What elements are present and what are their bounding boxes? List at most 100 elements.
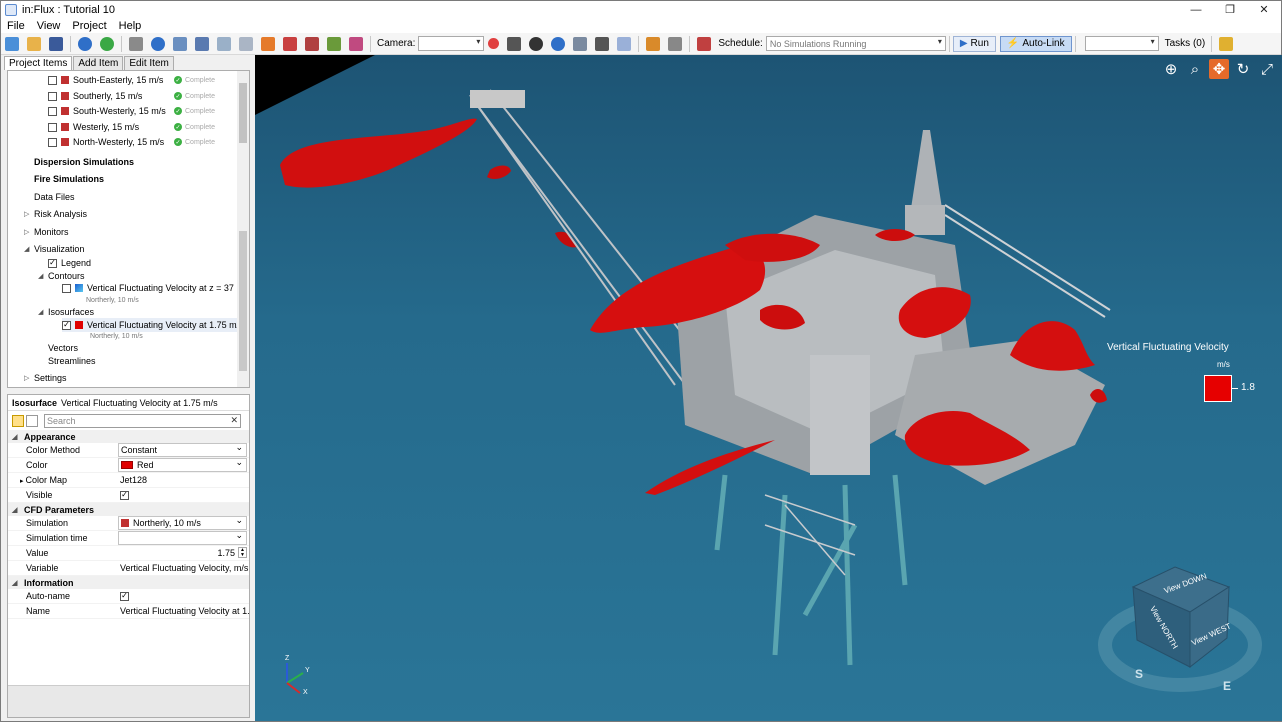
square-icon[interactable] (617, 36, 632, 51)
spinner-icon[interactable]: ▲ ▼ (238, 547, 247, 558)
gallery-icon[interactable] (349, 36, 363, 51)
properties-panel: Isosurface Vertical Fluctuating Velocity… (7, 394, 250, 718)
3d-viewport[interactable]: View DOWN View NORTH View WEST S E Z Y X… (255, 55, 1282, 721)
new-project-icon[interactable] (5, 36, 19, 51)
checkbox[interactable] (48, 75, 57, 85)
run-button[interactable]: ▶ Run (952, 35, 996, 52)
clear-search-icon[interactable]: ✕ (230, 415, 238, 426)
color-select[interactable]: Red (118, 458, 247, 472)
checkbox[interactable] (48, 106, 57, 116)
scroll-thumb[interactable] (239, 83, 247, 143)
simulation-select[interactable]: Northerly, 10 m/s (118, 516, 247, 530)
tree-item-sim-nw[interactable]: North-Westerly, 15 m/s (48, 135, 164, 149)
cloud-icon[interactable] (239, 36, 253, 51)
expand-icon[interactable]: ▷ (24, 210, 32, 218)
tree-item-vectors[interactable]: Vectors (48, 341, 78, 355)
tree-item-monitors[interactable]: ▷ Monitors (24, 225, 69, 239)
line-icon[interactable] (173, 36, 187, 51)
fullscreen-icon[interactable]: ⤢ (1257, 59, 1277, 79)
tree-item-isosurfaces[interactable]: ◢ Isosurfaces (38, 305, 94, 319)
tree-item-legend[interactable]: ✓ Legend (48, 256, 91, 270)
auto-link-button[interactable]: ⚡ Auto-Link (999, 35, 1072, 52)
tab-add-item[interactable]: Add Item (73, 56, 124, 70)
report-icon[interactable] (305, 36, 319, 51)
checkbox-checked[interactable]: ✓ (48, 258, 57, 268)
scroll-thumb[interactable] (239, 231, 247, 371)
zoom-icon[interactable]: ⌕ (1185, 59, 1205, 79)
open-folder-icon[interactable] (27, 36, 41, 51)
chart-icon[interactable] (327, 36, 341, 51)
rotate-icon[interactable]: ↻ (1233, 59, 1253, 79)
fire-icon[interactable] (261, 36, 275, 51)
link-icon[interactable] (646, 36, 661, 51)
collapse-icon[interactable]: ◢ (38, 308, 46, 316)
compass-east[interactable]: E (1223, 679, 1231, 693)
pointer-icon[interactable] (668, 36, 683, 51)
box-icon[interactable] (195, 36, 209, 51)
tab-project-items[interactable]: Project Items (4, 56, 73, 70)
pencil-icon[interactable] (1219, 36, 1234, 51)
menu-file[interactable]: File (1, 20, 31, 32)
app-window: in:Flux : Tutorial 10 — ❐ ✕ File View Pr… (0, 0, 1282, 722)
expand-icon[interactable]: ▷ (24, 374, 32, 382)
tree-item-sim-sw[interactable]: South-Westerly, 15 m/s (48, 104, 166, 118)
play-circle-icon[interactable] (100, 36, 114, 51)
tree-item-data-files[interactable]: Data Files (34, 190, 75, 204)
collapse-icon[interactable]: ◢ (24, 245, 32, 253)
tasks-dropdown[interactable]: Tasks (0) (1165, 38, 1206, 49)
color-method-select[interactable]: Constant (118, 443, 247, 457)
tree-item-settings[interactable]: ▷ Settings (24, 371, 67, 385)
delete-camera-icon[interactable] (488, 38, 500, 49)
plane-icon[interactable] (217, 36, 231, 51)
tree-item-streamlines[interactable]: Streamlines (48, 354, 96, 368)
alphabetical-view-icon[interactable] (26, 414, 38, 427)
menu-view[interactable]: View (31, 20, 67, 32)
minimize-button[interactable]: — (1179, 1, 1213, 18)
status-complete: ✓ Complete (174, 107, 215, 115)
expand-icon[interactable]: ▷ (24, 228, 32, 236)
tree-item-risk-analysis[interactable]: ▷ Risk Analysis (24, 207, 87, 221)
layers-icon[interactable] (573, 36, 588, 51)
pan-icon[interactable]: ✥ (1209, 59, 1229, 79)
categorized-view-icon[interactable] (12, 414, 24, 427)
simulation-time-select[interactable] (118, 531, 247, 545)
tree-item-sim-w[interactable]: Westerly, 15 m/s (48, 120, 139, 134)
checkbox[interactable] (48, 137, 57, 147)
explosion-icon[interactable] (283, 36, 297, 51)
reset-view-icon[interactable] (529, 36, 544, 51)
compass-south[interactable]: S (1135, 667, 1143, 681)
schedule-select[interactable]: No Simulations Running (765, 36, 946, 51)
tab-edit-item[interactable]: Edit Item (124, 56, 174, 70)
checkbox[interactable] (62, 283, 71, 293)
close-button[interactable]: ✕ (1247, 1, 1281, 18)
menu-project[interactable]: Project (66, 20, 112, 32)
category-cfd-parameters[interactable]: ◢ CFD Parameters (8, 503, 249, 516)
tree-item-dispersion[interactable]: Dispersion Simulations (34, 155, 134, 169)
category-information[interactable]: ◢ Information (8, 576, 249, 589)
checkbox[interactable] (48, 91, 57, 101)
camera-icon[interactable] (507, 36, 522, 51)
tree-item-visualization[interactable]: ◢ Visualization (24, 242, 84, 256)
tree-item-sim-se[interactable]: South-Easterly, 15 m/s (48, 73, 163, 87)
value-input[interactable]: 1.75 ▲ ▼ (118, 546, 249, 560)
orbit-icon[interactable] (551, 36, 566, 51)
table-icon[interactable] (595, 36, 610, 51)
grid-icon[interactable] (129, 36, 143, 51)
target-icon[interactable] (151, 36, 165, 51)
zoom-region-icon[interactable]: ⊕ (1161, 59, 1181, 79)
info-icon[interactable] (78, 36, 92, 51)
menu-help[interactable]: Help (113, 20, 148, 32)
restore-button[interactable]: ❐ (1213, 1, 1247, 18)
checkbox-checked[interactable]: ✓ (62, 320, 71, 330)
category-appearance[interactable]: ◢ Appearance (8, 430, 249, 443)
save-icon[interactable] (49, 36, 63, 51)
checkbox[interactable] (48, 122, 57, 132)
property-search-input[interactable]: Search ✕ (44, 413, 241, 428)
tree-scrollbar[interactable] (237, 71, 249, 387)
tree-item-fire[interactable]: Fire Simulations (34, 172, 104, 186)
collapse-icon[interactable]: ◢ (38, 272, 46, 280)
auto-name-checkbox[interactable]: ✓ (120, 591, 129, 601)
visible-checkbox[interactable]: ✓ (120, 490, 129, 500)
camera-select[interactable] (418, 36, 485, 51)
tree-item-sim-s[interactable]: Southerly, 15 m/s (48, 89, 142, 103)
